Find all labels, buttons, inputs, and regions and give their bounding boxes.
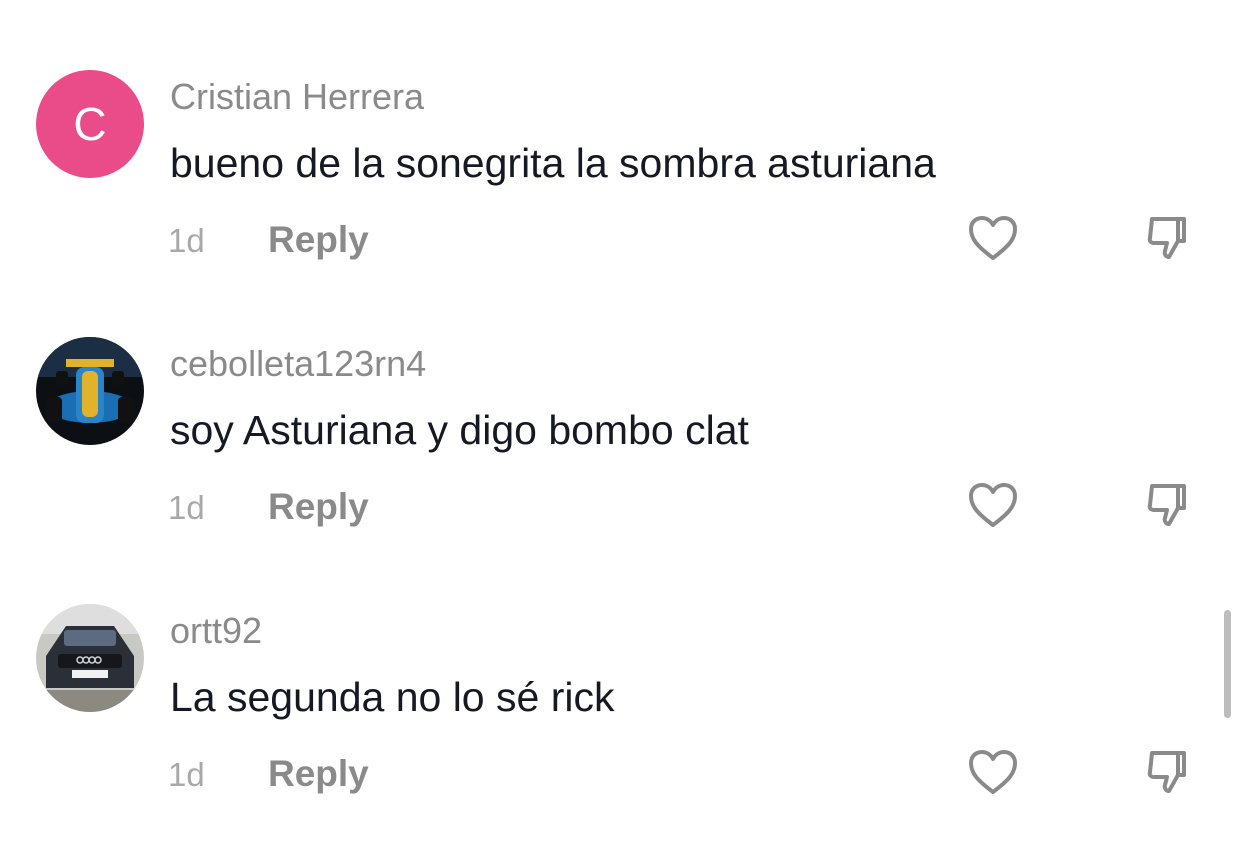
avatar[interactable] — [36, 337, 144, 445]
comment-time: 1d — [168, 756, 205, 793]
like-button[interactable] — [965, 744, 1021, 800]
comment-username[interactable]: cebolleta123rn4 — [170, 343, 426, 385]
thumbs-down-icon — [1147, 484, 1186, 526]
comment-time: 1d — [168, 489, 205, 526]
comment-item: cebolleta123rn4 soy Asturiana y digo bom… — [0, 267, 1242, 527]
like-button[interactable] — [965, 477, 1021, 533]
comment-text: soy Asturiana y digo bombo clat — [170, 407, 749, 453]
comment-username[interactable]: Cristian Herrera — [170, 76, 424, 118]
heart-icon — [969, 216, 1017, 260]
car-avatar-image — [36, 604, 144, 712]
scrollbar[interactable] — [1224, 610, 1231, 718]
comment-item: ortt92 La segunda no lo sé rick 1d Reply — [0, 534, 1242, 794]
comment-time: 1d — [168, 222, 205, 259]
comment-username[interactable]: ortt92 — [170, 610, 262, 652]
heart-icon — [969, 750, 1017, 794]
comment-item: C Cristian Herrera bueno de la sonegrita… — [0, 0, 1242, 260]
like-button[interactable] — [965, 210, 1021, 266]
avatar-letter: C — [73, 98, 107, 150]
dislike-button[interactable] — [1141, 744, 1197, 800]
comment-text: bueno de la sonegrita la sombra asturian… — [170, 140, 936, 186]
race-car-avatar-image — [36, 337, 144, 445]
thumbs-down-icon — [1147, 217, 1186, 259]
heart-icon — [969, 483, 1017, 527]
reply-button[interactable]: Reply — [268, 219, 369, 261]
reply-button[interactable]: Reply — [268, 486, 369, 528]
dislike-button[interactable] — [1141, 210, 1197, 266]
avatar[interactable]: C — [36, 70, 144, 178]
dislike-button[interactable] — [1141, 477, 1197, 533]
thumbs-down-icon — [1147, 751, 1186, 793]
comment-text: La segunda no lo sé rick — [170, 674, 615, 720]
reply-button[interactable]: Reply — [268, 753, 369, 795]
avatar[interactable] — [36, 604, 144, 712]
